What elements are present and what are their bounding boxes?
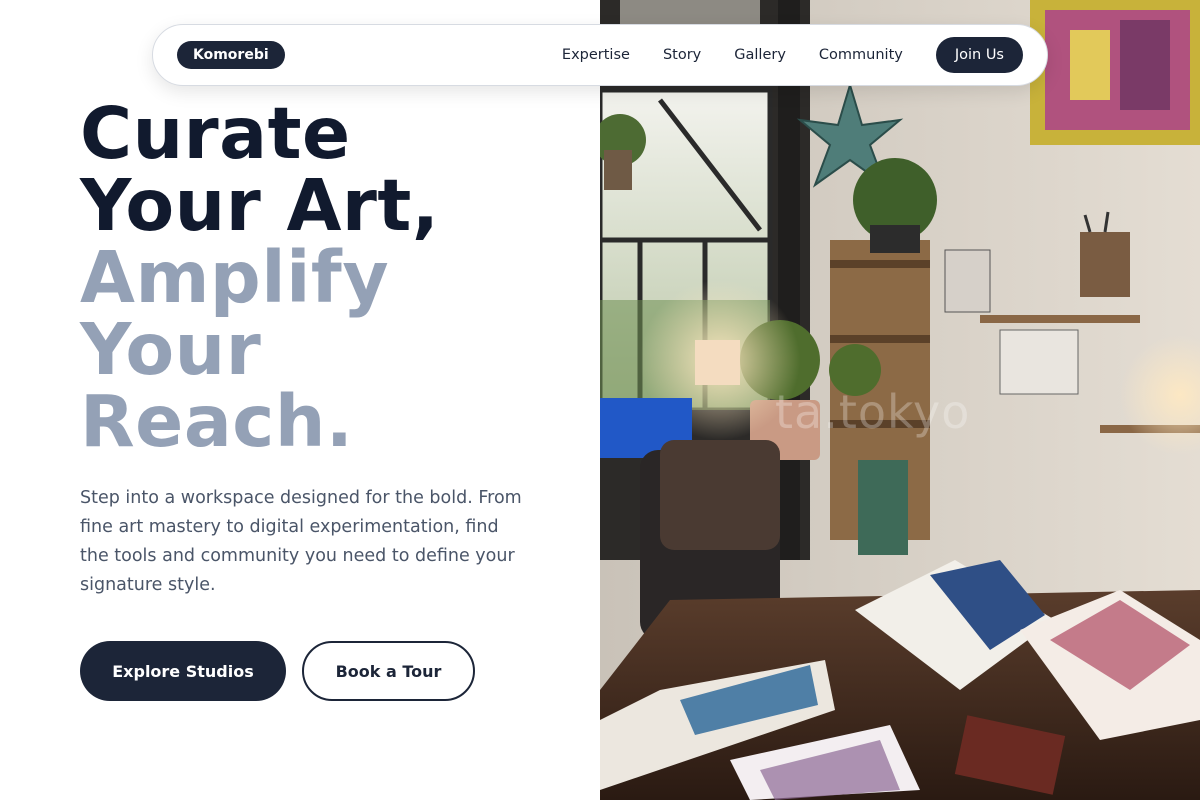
join-us-button[interactable]: Join Us [935,37,1023,73]
headline-line-4: Your [80,308,262,391]
image-watermark: ta.tokyo [775,385,971,439]
nav-link-community[interactable]: Community [819,47,903,63]
book-tour-button[interactable]: Book a Tour [302,641,475,701]
top-navigation: Komorebi Expertise Story Gallery Communi… [152,24,1048,86]
nav-links: Expertise Story Gallery Community Join U… [562,37,1023,73]
headline-line-2: Your Art, [80,164,440,247]
hero-description: Step into a workspace designed for the b… [80,488,522,595]
nav-link-gallery[interactable]: Gallery [734,47,786,63]
explore-studios-button[interactable]: Explore Studios [80,641,286,701]
hero-image: ta.tokyo [600,0,1200,800]
hero-headline: Curate Your Art, Amplify Your Reach. [80,98,580,458]
headline-line-5: Reach. [80,380,354,463]
nav-link-story[interactable]: Story [663,47,701,63]
headline-line-3: Amplify [80,236,390,319]
headline-line-1: Curate [80,92,351,175]
brand-logo[interactable]: Komorebi [177,41,285,69]
nav-link-expertise[interactable]: Expertise [562,47,630,63]
